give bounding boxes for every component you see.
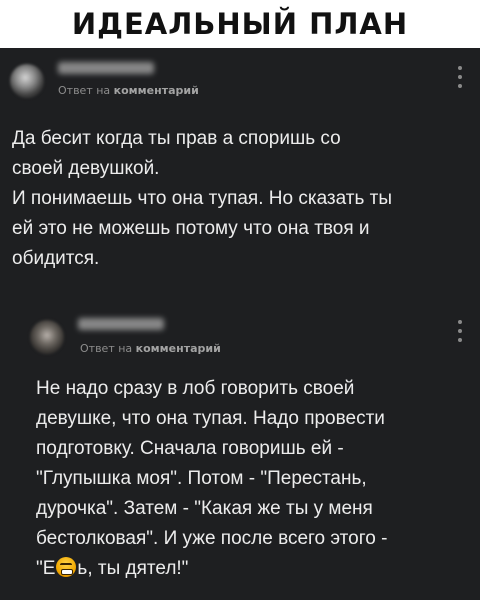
reply-info: Ответ на комментарий: [58, 84, 199, 97]
angry-face-emoji: [56, 557, 77, 577]
reply-comment: Ответ на комментарий Не надо сразу в лоб…: [24, 310, 480, 600]
username-blurred[interactable]: [78, 318, 164, 330]
comment-text: Не надо сразу в лоб говорить своей девуш…: [36, 374, 476, 584]
comment-line: девушке, что она тупая. Надо провести: [36, 408, 385, 429]
comment-line: бестолковая". И уже после всего этого -: [36, 528, 388, 549]
last-line-end: ь, ты дятел!": [77, 558, 189, 579]
comment-text: Да бесит когда ты прав а споришь со свое…: [12, 124, 472, 274]
last-line-start: "Е: [36, 558, 56, 579]
comment-line: Не надо сразу в лоб говорить своей: [36, 378, 355, 399]
comment-line: И понимаешь что она тупая. Но сказать ты: [12, 188, 393, 209]
username-blurred[interactable]: [58, 62, 154, 74]
comment-line: ей это не можешь потому что она твоя и: [12, 218, 370, 239]
comment-last-line: "Е ь, ты дятел!": [36, 557, 189, 579]
reply-prefix: Ответ на: [58, 84, 111, 97]
comment-line: своей девушкой.: [12, 158, 160, 179]
more-vertical-icon[interactable]: [458, 320, 462, 342]
comment-line: дурочка". Затем - "Какая же ты у меня: [36, 498, 373, 519]
comment-line: обидится.: [12, 248, 100, 269]
comment-line: Да бесит когда ты прав а споришь со: [12, 128, 341, 149]
reply-target-link[interactable]: комментарий: [136, 342, 221, 355]
comment-line: "Глупышка моя". Потом - "Перестань,: [36, 468, 367, 489]
more-vertical-icon[interactable]: [458, 66, 462, 88]
comment: Ответ на комментарий Да бесит когда ты п…: [0, 48, 480, 338]
meme-title: ИДЕАЛЬНЫЙ ПЛАН: [0, 0, 480, 48]
avatar[interactable]: [10, 64, 44, 98]
reply-info: Ответ на комментарий: [80, 342, 221, 355]
reply-target-link[interactable]: комментарий: [114, 84, 199, 97]
avatar[interactable]: [30, 320, 64, 354]
reply-prefix: Ответ на: [80, 342, 133, 355]
comments-panel: Ответ на комментарий Да бесит когда ты п…: [0, 48, 480, 600]
comment-line: подготовку. Сначала говоришь ей -: [36, 438, 344, 459]
